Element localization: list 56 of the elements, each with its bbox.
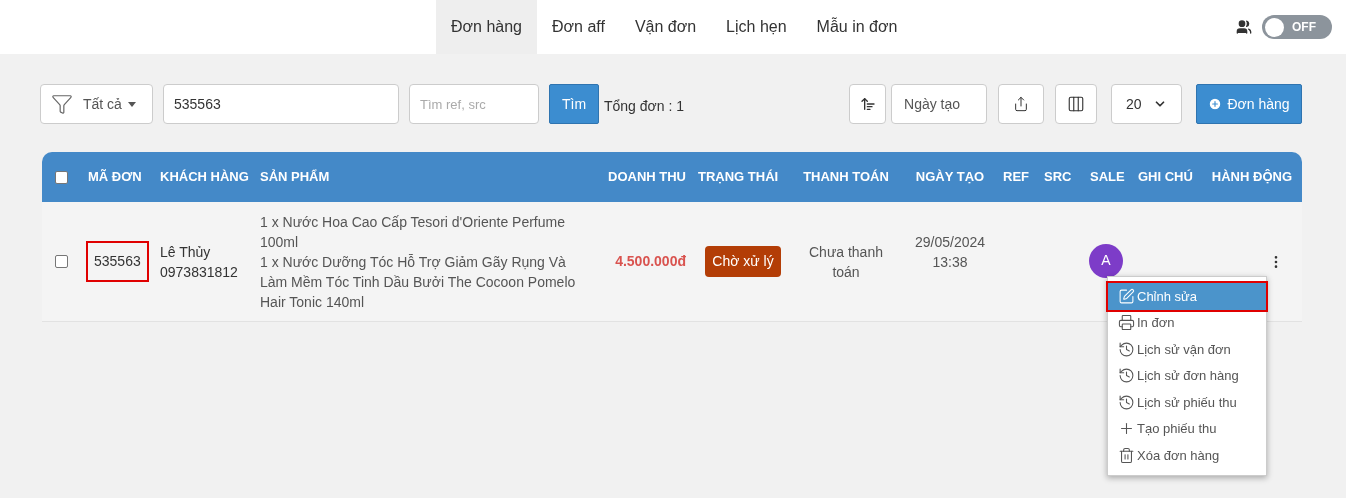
product-line: 1 x Nước Hoa Cao Cấp Tesori d'Oriente Perfume 100ml	[260, 212, 566, 252]
export-button[interactable]	[998, 84, 1044, 124]
select-all-checkbox[interactable]	[54, 170, 68, 184]
menu-item[interactable]: Lịch sử đơn hàng	[1108, 362, 1266, 389]
column-header: KHÁCH HÀNG	[159, 168, 250, 187]
column-header: GHI CHÚ	[1137, 168, 1194, 187]
status-badge: Chờ xử lý	[705, 246, 781, 277]
history-icon	[1118, 367, 1135, 385]
column-header: SALE	[1089, 168, 1126, 187]
created-time: 13:38	[932, 252, 968, 272]
column-header: HÀNH ĐỘNG	[1210, 168, 1293, 187]
filter-icon	[51, 93, 73, 115]
trash-icon	[1118, 446, 1135, 464]
ref-search-field[interactable]: Tìm ref, src	[409, 84, 539, 124]
column-header: NGÀY TẠO	[914, 168, 986, 187]
add-order-button[interactable]: Đơn hàng	[1196, 84, 1302, 124]
menu-item[interactable]: Tạo phiếu thu	[1108, 415, 1266, 442]
search-field[interactable]: 535563	[163, 84, 399, 124]
filter-dropdown[interactable]: Tất cả	[40, 84, 153, 124]
plus-circle-icon	[1208, 97, 1223, 111]
columns-button[interactable]	[1055, 84, 1097, 124]
upload-icon	[1013, 96, 1029, 112]
history-icon	[1118, 393, 1135, 411]
customer-name: Lê Thủy	[160, 242, 212, 262]
nav-tab[interactable]: Đơn hàng	[436, 0, 537, 54]
users-icon	[1236, 19, 1252, 35]
search-button[interactable]: Tìm	[549, 84, 599, 124]
menu-item[interactable]: Lịch sử vận đơn	[1108, 336, 1266, 363]
revenue: 4.500.000đ	[614, 252, 687, 271]
caret-icon	[127, 101, 136, 107]
menu-item[interactable]: Xóa đơn hàng	[1108, 442, 1266, 469]
column-header: DOANH THU	[607, 168, 687, 187]
menu-item[interactable]: In đơn	[1108, 309, 1266, 336]
sort-icon	[859, 96, 876, 112]
page-size-select[interactable]: 20	[1111, 84, 1182, 124]
row-checkbox[interactable]	[54, 255, 68, 268]
menu-item[interactable]: Lịch sử phiếu thu	[1108, 389, 1266, 416]
sort-button[interactable]	[849, 84, 886, 124]
sort-field[interactable]: Ngày tạo	[891, 84, 987, 124]
columns-icon	[1067, 95, 1085, 113]
product-line: 1 x Nước Dưỡng Tóc Hỗ Trợ Giảm Gãy Rụng Và Làm Mềm Tóc Tinh Dầu Bưởi The Cocoon Pomelo Hair Tonic 140ml	[260, 252, 577, 312]
order-id: 535563	[86, 241, 149, 282]
customer-phone: 0973831812	[160, 262, 239, 282]
edit-icon	[1118, 287, 1135, 305]
column-header: SẢN PHẨM	[259, 168, 331, 187]
order-total: Tổng đơn : 1	[604, 97, 684, 116]
payment-status: Chưa thanh toán	[808, 242, 884, 282]
created-date: 29/05/2024	[914, 232, 986, 252]
column-header: SRC	[1043, 168, 1073, 187]
column-header: MÃ ĐƠN	[87, 168, 143, 187]
column-header: THANH TOÁN	[802, 168, 890, 187]
printer-icon	[1118, 314, 1135, 332]
column-header: REF	[1002, 168, 1030, 187]
column-header: TRẠNG THÁI	[698, 168, 780, 187]
history-icon	[1118, 340, 1135, 358]
sale-avatar: A	[1089, 243, 1123, 278]
